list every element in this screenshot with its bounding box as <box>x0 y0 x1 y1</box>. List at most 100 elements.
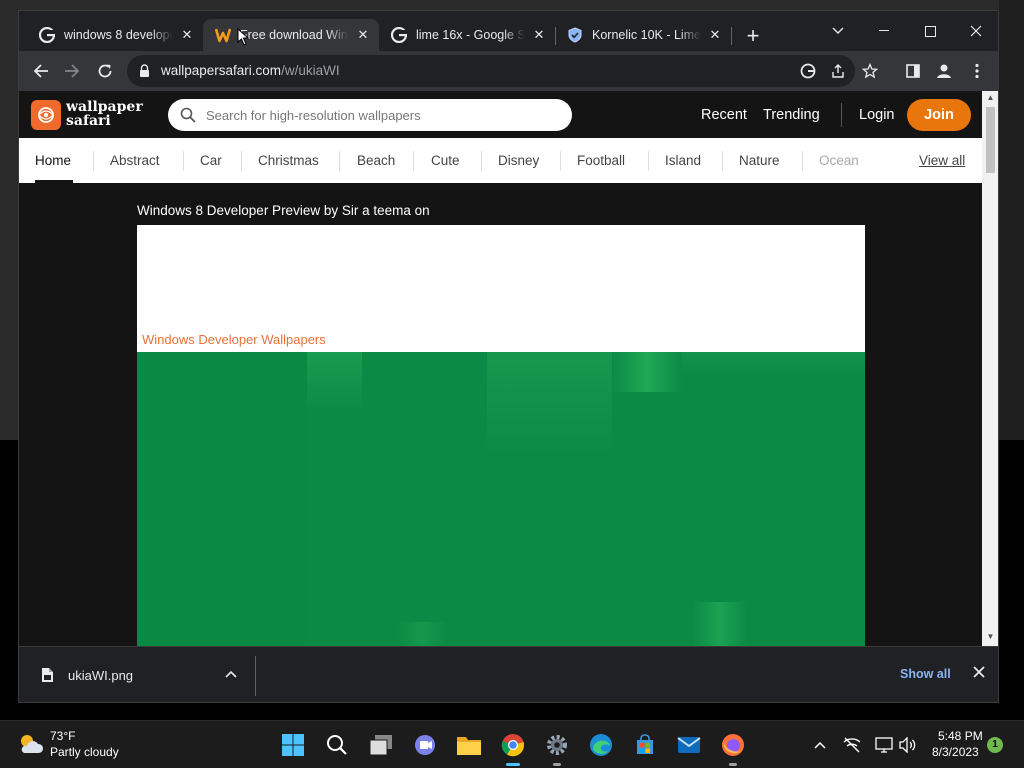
reload-button[interactable] <box>93 59 117 83</box>
chevron-up-icon[interactable] <box>225 667 237 681</box>
wallpaper-image[interactable] <box>137 352 865 646</box>
category-beach[interactable]: Beach <box>357 153 395 168</box>
maximize-button[interactable] <box>907 17 953 45</box>
url-path: /w/ukiaWI <box>281 63 340 78</box>
tab-title: Free download Windows 8 <box>240 28 349 42</box>
tab-windows8-search[interactable]: windows 8 developer preview ✕ <box>27 19 203 51</box>
weather-condition[interactable]: Partly cloudy <box>50 745 119 759</box>
shelf-divider <box>255 656 256 696</box>
tab-title: Kornelic 10K - Lime Green <box>592 28 701 42</box>
minimize-button[interactable] <box>861 17 907 45</box>
category-football[interactable]: Football <box>577 153 625 168</box>
bookmark-star-icon[interactable] <box>861 62 879 80</box>
scroll-down-arrow-icon[interactable]: ▼ <box>986 632 995 641</box>
tab-wallpapersafari[interactable]: Free download Windows 8 ✕ <box>203 19 379 51</box>
site-header: wallpaper safari Recent Trending Login J… <box>19 91 982 138</box>
close-shelf-icon[interactable] <box>973 665 985 683</box>
windows-start-icon[interactable] <box>279 731 307 759</box>
scrollbar-thumb[interactable] <box>986 107 995 173</box>
category-separator <box>722 151 723 171</box>
page-title: Windows 8 Developer Preview by Sir a tee… <box>137 203 430 218</box>
teams-chat-icon[interactable] <box>411 731 439 759</box>
settings-gear-icon[interactable] <box>543 731 571 766</box>
file-explorer-icon[interactable] <box>455 731 483 759</box>
new-tab-button[interactable]: + <box>741 25 765 49</box>
scroll-up-arrow-icon[interactable]: ▲ <box>986 93 995 102</box>
nav-trending-link[interactable]: Trending <box>763 107 820 123</box>
edge-icon[interactable] <box>587 731 615 759</box>
tab-close-icon[interactable]: ✕ <box>355 27 371 43</box>
profile-icon[interactable] <box>934 61 954 81</box>
page-scrollbar[interactable]: ▲ ▼ <box>982 91 998 646</box>
category-separator <box>648 151 649 171</box>
notification-badge[interactable]: 1 <box>987 737 1003 753</box>
volume-icon[interactable] <box>898 735 918 755</box>
partly-cloudy-icon[interactable] <box>18 733 44 755</box>
wallpaper-gradient-shapes <box>137 352 865 646</box>
category-separator <box>93 151 94 171</box>
category-car[interactable]: Car <box>200 153 222 168</box>
lock-icon[interactable] <box>139 64 150 83</box>
category-separator <box>560 151 561 171</box>
chrome-icon[interactable] <box>499 731 527 766</box>
category-disney[interactable]: Disney <box>498 153 539 168</box>
browser-window: windows 8 developer preview ✕ Free downl… <box>18 10 999 703</box>
tab-close-icon[interactable]: ✕ <box>707 27 723 43</box>
category-cute[interactable]: Cute <box>431 153 460 168</box>
join-button[interactable]: Join <box>907 99 971 131</box>
back-button[interactable] <box>29 59 53 83</box>
ad-link[interactable]: Windows Developer Wallpapers <box>142 332 326 347</box>
category-home[interactable]: Home <box>35 153 71 168</box>
search-icon <box>180 107 196 128</box>
wallpapersafari-w-icon <box>215 27 231 43</box>
mouse-cursor-icon <box>237 27 250 51</box>
google-g-icon <box>39 27 55 43</box>
tab-kornelic[interactable]: Kornelic 10K - Lime Green ✕ <box>555 19 731 51</box>
side-panel-icon[interactable] <box>903 61 923 81</box>
microsoft-store-icon[interactable] <box>631 731 659 759</box>
running-indicator <box>729 763 737 766</box>
google-lens-icon[interactable] <box>799 62 817 80</box>
google-g-icon <box>391 27 407 43</box>
show-hidden-icons-chevron-icon[interactable] <box>810 735 830 755</box>
share-icon[interactable] <box>829 62 847 80</box>
tab-close-icon[interactable]: ✕ <box>179 27 195 43</box>
weather-temperature[interactable]: 73°F <box>50 729 75 743</box>
category-ocean[interactable]: Ocean <box>819 153 859 168</box>
close-window-button[interactable] <box>953 17 998 45</box>
task-view-icon[interactable] <box>367 731 395 759</box>
mail-icon[interactable] <box>675 731 703 759</box>
show-all-button[interactable]: Show all <box>900 667 951 681</box>
forward-button[interactable] <box>60 59 84 83</box>
search-input[interactable] <box>206 106 546 124</box>
ad-banner: Windows Developer Wallpapers <box>137 225 865 352</box>
view-all-link[interactable]: View all <box>919 153 965 168</box>
category-island[interactable]: Island <box>665 153 701 168</box>
address-bar[interactable]: wallpapersafari.com/w/ukiaWI <box>127 55 878 87</box>
firefox-icon[interactable] <box>719 731 747 766</box>
clock-date[interactable]: 8/3/2023 <box>932 745 979 759</box>
running-indicator <box>506 763 520 766</box>
taskbar-search-icon[interactable] <box>323 731 351 759</box>
wallpapersafari-logo-icon[interactable] <box>31 100 61 130</box>
network-disconnected-icon[interactable] <box>842 735 862 755</box>
tab-search-chevron-icon[interactable] <box>815 17 861 45</box>
nav-recent-link[interactable]: Recent <box>701 107 747 123</box>
category-abstract[interactable]: Abstract <box>110 153 160 168</box>
image-file-icon[interactable] <box>41 667 54 688</box>
browser-toolbar: wallpapersafari.com/w/ukiaWI <box>19 51 998 91</box>
kebab-menu-icon[interactable] <box>967 61 987 81</box>
url-text[interactable]: wallpapersafari.com/w/ukiaWI <box>161 63 340 78</box>
nav-login-link[interactable]: Login <box>859 107 894 123</box>
display-icon[interactable] <box>874 735 894 755</box>
clock-time[interactable]: 5:48 PM <box>938 729 983 743</box>
category-christmas[interactable]: Christmas <box>258 153 319 168</box>
logo-text[interactable]: wallpaper safari <box>66 100 143 128</box>
tab-lime-search[interactable]: lime 16x - Google Search ✕ <box>379 19 555 51</box>
category-separator <box>802 151 803 171</box>
category-nature[interactable]: Nature <box>739 153 780 168</box>
category-separator <box>183 151 184 171</box>
download-filename[interactable]: ukiaWI.png <box>68 668 133 683</box>
site-search <box>168 99 572 131</box>
tab-close-icon[interactable]: ✕ <box>531 27 547 43</box>
